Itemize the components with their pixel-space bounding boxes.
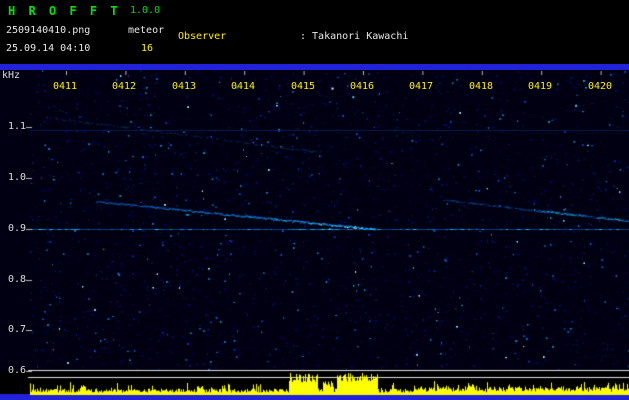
time-label: 0412	[112, 81, 137, 92]
time-label: 0411	[53, 81, 78, 92]
time-label: 0416	[350, 81, 375, 92]
info-row-observer: Observer : Takanori Kawachi	[178, 30, 529, 43]
output-filename: 2509140410.png	[6, 25, 91, 36]
freq-label: 0.9	[7, 223, 26, 234]
time-label: 0418	[469, 81, 494, 92]
app-title: H R O F F T	[8, 4, 121, 18]
time-label: 0417	[409, 81, 434, 92]
time-label: 0419	[528, 81, 553, 92]
time-label: 0413	[172, 81, 197, 92]
time-label: 0415	[291, 81, 316, 92]
spectrogram-canvas	[0, 70, 629, 400]
time-label: 0420	[588, 81, 613, 92]
frame-timestamp: 25.09.14 04:10	[6, 43, 91, 54]
meteor-count: 16	[141, 43, 154, 54]
meteor-label: meteor	[128, 25, 165, 36]
freq-label: 0.7	[7, 324, 26, 335]
freq-label: 1.0	[7, 172, 26, 183]
hrofft-screen: H R O F F T 1.0.0 2509140410.png meteor …	[0, 0, 629, 400]
info-value: : Takanori Kawachi	[300, 31, 409, 42]
freq-label: 1.1	[7, 121, 26, 132]
y-axis-unit-label: kHz	[2, 70, 21, 81]
time-label: 0414	[231, 81, 256, 92]
freq-label: 0.8	[7, 274, 26, 285]
freq-label: 0.6	[7, 365, 26, 376]
info-label: Observer	[178, 31, 227, 42]
app-version: 1.0.0	[130, 5, 161, 16]
